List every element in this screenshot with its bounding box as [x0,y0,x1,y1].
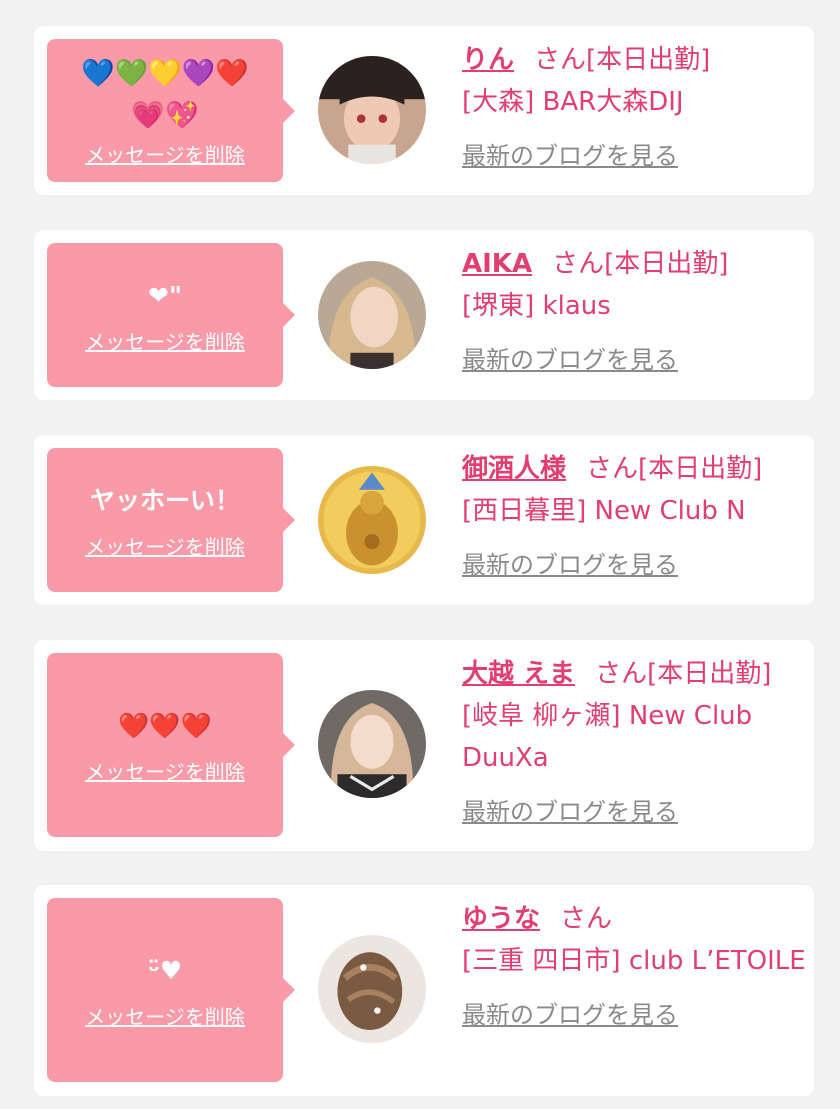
message-bubble: 💙💚💛💜❤️💗💖 メッセージを削除 [47,39,295,182]
message-text: 💙💚💛💜❤️💗💖 [80,58,250,131]
avatar[interactable] [318,466,426,574]
delete-message-button[interactable]: メッセージを削除 [85,756,245,785]
avatar[interactable] [318,935,426,1043]
message-text: ❤️❤️❤️ [118,710,212,740]
host-info: AIKA さん[本日出勤] [堺東] klaus 最新のブログを見る [462,243,807,381]
host-info: りん さん[本日出勤] [大森] BAR大森DIJ 最新のブログを見る [462,39,807,177]
status-badge: [本日出勤] [586,45,711,75]
host-name-link[interactable]: りん [462,45,514,75]
honorific: さん [534,45,587,75]
host-location: [三重 四日市] club L’ETOILE [462,946,806,976]
avatar[interactable] [318,56,426,164]
honorific: さん [595,659,648,689]
latest-blog-link[interactable]: 最新のブログを見る [462,791,678,833]
host-info: 大越 えま さん[本日出勤] [岐阜 柳ヶ瀬] New Club DuuXa 最新… [462,653,807,833]
status-badge: [本日出勤] [647,659,772,689]
delete-message-button[interactable]: メッセージを削除 [85,1001,245,1030]
message-bubble: ❤️❤️❤️ メッセージを削除 [47,653,295,837]
message-bubble: ᵕ̈♥ メッセージを削除 [47,898,295,1082]
message-bubble: ヤッホーい！ メッセージを削除 [47,448,295,592]
host-location: [大森] BAR大森DIJ [462,87,684,117]
avatar-photo [318,935,426,1043]
host-location: [岐阜 柳ヶ瀬] New Club DuuXa [462,701,753,773]
message-card: ᵕ̈♥ メッセージを削除 ゆうな さん [三重 四日市] club L’ETOIL… [34,885,814,1096]
avatar-photo [318,690,426,798]
message-card: ❤️❤️❤️ メッセージを削除 大越 えま さん[本日出勤] [岐阜 柳ヶ瀬] N… [34,640,814,851]
avatar-photo [318,466,426,574]
honorific: さん [552,249,605,279]
status-badge: [本日出勤] [638,454,763,484]
host-location: [西日暮里] New Club N [462,496,746,526]
message-card: ヤッホーい！ メッセージを削除 御酒人様 さん[本日出勤] [西日暮里] New … [34,435,814,605]
message-list: 💙💚💛💜❤️💗💖 メッセージを削除 りん さん[本日出勤] [大森] BAR大森D… [0,0,840,1109]
message-text: ❤" [148,280,182,310]
message-text: ヤッホーい！ [89,485,240,515]
message-card: 💙💚💛💜❤️💗💖 メッセージを削除 りん さん[本日出勤] [大森] BAR大森D… [34,26,814,195]
status-badge: [本日出勤] [604,249,729,279]
host-name-link[interactable]: AIKA [462,249,532,279]
message-bubble: ❤" メッセージを削除 [47,243,295,387]
latest-blog-link[interactable]: 最新のブログを見る [462,544,678,586]
delete-message-button[interactable]: メッセージを削除 [85,326,245,355]
host-name-link[interactable]: 大越 えま [462,659,575,689]
host-name-link[interactable]: ゆうな [462,904,540,934]
latest-blog-link[interactable]: 最新のブログを見る [462,339,678,381]
delete-message-button[interactable]: メッセージを削除 [85,139,245,168]
avatar-photo [318,261,426,369]
avatar[interactable] [318,261,426,369]
latest-blog-link[interactable]: 最新のブログを見る [462,135,678,177]
message-card: ❤" メッセージを削除 AIKA さん[本日出勤] [堺東] klaus 最新のブ… [34,230,814,400]
host-info: 御酒人様 さん[本日出勤] [西日暮里] New Club N 最新のブログを見る [462,448,807,586]
latest-blog-link[interactable]: 最新のブログを見る [462,994,678,1036]
avatar-photo [318,56,426,164]
host-info: ゆうな さん [三重 四日市] club L’ETOILE 最新のブログを見る [462,898,807,1036]
avatar[interactable] [318,690,426,798]
message-text: ᵕ̈♥ [147,955,183,985]
host-location: [堺東] klaus [462,291,611,321]
honorific: さん [586,454,639,484]
host-name-link[interactable]: 御酒人様 [462,454,566,484]
honorific: さん [560,904,613,934]
delete-message-button[interactable]: メッセージを削除 [85,531,245,560]
